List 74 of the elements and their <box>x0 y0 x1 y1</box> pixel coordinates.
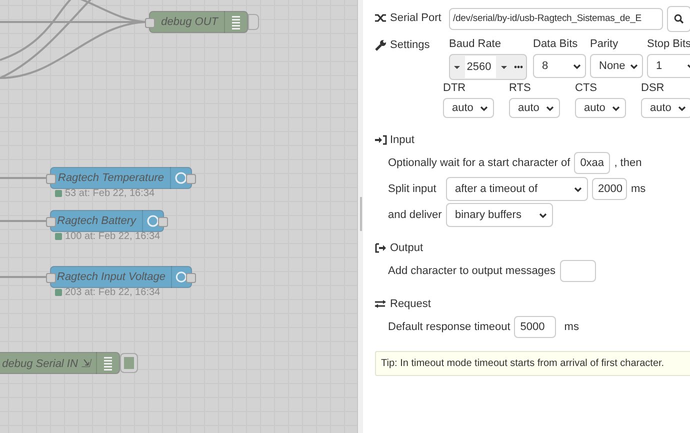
field-label: , then <box>614 157 642 169</box>
dropdown[interactable]: 1 <box>647 54 690 78</box>
field-label: Baud Rate <box>449 38 502 52</box>
field-label: CTS <box>575 82 598 96</box>
unit-label: ms <box>564 321 579 333</box>
caret-icon <box>500 64 508 70</box>
section-title: Input <box>390 134 414 146</box>
status-text: 100 at: Feb 22, 16:34 <box>65 231 160 242</box>
exchange-icon <box>375 299 387 309</box>
field-label: DTR <box>443 82 467 96</box>
section-title: Request <box>390 298 431 310</box>
dropdown[interactable]: after a timeout of <box>446 177 588 201</box>
ellipsis-icon <box>514 65 524 69</box>
wrench-icon <box>375 39 387 51</box>
field-label: RTS <box>509 82 532 96</box>
node-label: debug Serial IN ⇲ <box>1 356 93 370</box>
shuffle-icon <box>375 13 387 23</box>
field-label: Parity <box>590 38 620 52</box>
input-port[interactable] <box>46 217 56 227</box>
section-title: Output <box>390 242 424 254</box>
dropdown[interactable]: binary buffers <box>446 203 553 227</box>
input-field[interactable]: 2560 <box>464 56 496 78</box>
input-field[interactable]: 0xaa <box>574 152 610 174</box>
status-text: 203 at: Feb 22, 16:34 <box>65 287 160 298</box>
input-field[interactable]: 2000 <box>592 178 627 200</box>
output-port[interactable] <box>186 273 196 283</box>
output-port[interactable] <box>186 174 196 184</box>
field-label: DSR <box>641 82 666 96</box>
input-field[interactable]: /dev/serial/by-id/usb-Ragtech_Sistemas_de_E <box>449 8 663 30</box>
field-label: Settings <box>390 39 430 51</box>
input-port[interactable] <box>46 174 56 184</box>
input-port[interactable] <box>145 18 155 28</box>
caret-icon <box>453 64 462 70</box>
dropdown[interactable]: auto <box>509 98 560 118</box>
splitter[interactable] <box>357 0 363 433</box>
search-button[interactable] <box>667 6 690 32</box>
field-label: Optionally wait for a start character of <box>388 157 570 169</box>
node-label: Ragtech Battery <box>56 215 138 227</box>
chevron-icon <box>612 104 620 112</box>
chevron-icon <box>630 62 638 70</box>
field-label: Default response timeout <box>388 321 510 333</box>
dropdown[interactable]: auto <box>575 98 626 118</box>
node-label: Ragtech Temperature <box>57 172 165 184</box>
chevron-icon <box>480 104 488 112</box>
field-label: and deliver <box>388 209 442 221</box>
status-text: 53 at: Feb 22, 16:34 <box>65 188 155 199</box>
baud-rate-combo[interactable]: 2560 <box>449 54 527 80</box>
sign-out-icon <box>375 243 387 253</box>
chevron-icon <box>539 212 547 218</box>
unit-label: ms <box>631 183 646 195</box>
splitter-handle[interactable] <box>360 197 362 231</box>
chevron-icon <box>546 104 554 112</box>
dropdown[interactable]: 8 <box>533 54 586 78</box>
dropdown[interactable]: auto <box>443 98 494 118</box>
field-label: Data Bits <box>533 38 579 52</box>
chevron-icon <box>574 186 582 192</box>
chevron-icon <box>573 62 581 70</box>
node-label: debug OUT <box>160 16 220 28</box>
field-label: Serial Port <box>390 12 442 24</box>
sign-in-icon <box>375 135 387 145</box>
input-field[interactable]: 5000 <box>514 316 556 338</box>
node-label: Ragtech Input Voltage <box>56 271 166 283</box>
input-port[interactable] <box>46 273 56 283</box>
search-icon <box>674 14 684 24</box>
chevron-icon <box>678 104 686 112</box>
field-label: Split input <box>388 183 438 195</box>
field-label: Add character to output messages <box>388 265 556 277</box>
toggle-button[interactable] <box>120 353 138 373</box>
input-field[interactable] <box>560 260 596 282</box>
dropdown[interactable]: auto <box>641 98 690 118</box>
output-port[interactable] <box>158 217 168 227</box>
tip-box: Tip: In timeout mode timeout starts from arrival of first character. <box>375 351 690 376</box>
toggle-button[interactable] <box>248 14 259 30</box>
dropdown[interactable]: None <box>590 54 643 78</box>
